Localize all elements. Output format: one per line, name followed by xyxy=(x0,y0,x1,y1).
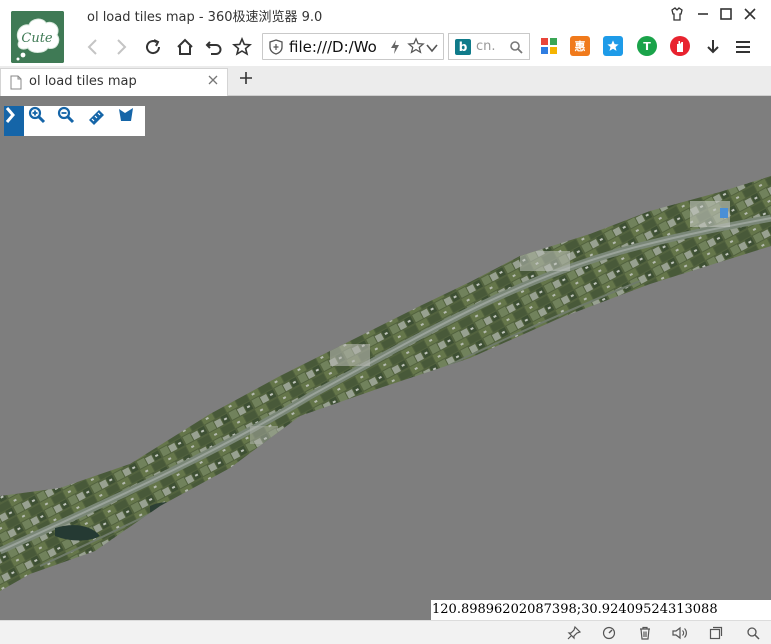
area-button[interactable] xyxy=(117,106,143,136)
status-bar xyxy=(0,620,771,644)
undo-close-icon[interactable] xyxy=(203,36,225,58)
bing-icon[interactable]: b xyxy=(455,39,471,55)
new-tab-button[interactable] xyxy=(236,70,256,90)
pin-icon[interactable] xyxy=(565,624,583,642)
zoom-in-button[interactable] xyxy=(28,106,54,136)
security-shield-icon[interactable] xyxy=(269,39,283,59)
sound-icon[interactable] xyxy=(671,624,689,642)
navigation-bar: file:///D:/Wo b cn. 惠 T xyxy=(0,28,771,66)
close-window-icon[interactable] xyxy=(741,5,759,23)
skin-icon[interactable] xyxy=(668,5,686,23)
map-viewport[interactable]: 120.89896202087398;30.92409524313088 xyxy=(0,96,771,620)
star-favorite-icon[interactable] xyxy=(603,36,623,56)
minimize-icon[interactable] xyxy=(694,5,712,23)
address-dropdown-icon[interactable] xyxy=(425,40,439,59)
measure-button[interactable] xyxy=(87,106,113,136)
address-bar[interactable]: file:///D:/Wo xyxy=(262,33,444,60)
tab-label: ol load tiles map xyxy=(29,74,137,89)
shopping-icon[interactable]: 惠 xyxy=(570,36,590,56)
browser-logo[interactable]: Cute xyxy=(11,11,64,63)
download-icon[interactable] xyxy=(702,36,724,58)
map-toolbar xyxy=(4,106,145,136)
close-tab-icon[interactable] xyxy=(208,74,218,89)
zoom-search-icon[interactable] xyxy=(744,624,762,642)
window-restore-icon[interactable] xyxy=(707,624,725,642)
zoom-out-icon xyxy=(57,106,75,124)
title-bar: Cute ol load tiles map - 360极速浏览器 9.0 xyxy=(0,0,771,63)
page-icon xyxy=(10,75,22,94)
apps-grid-icon[interactable] xyxy=(539,36,559,56)
search-box[interactable]: b cn. xyxy=(448,33,530,60)
refresh-icon[interactable] xyxy=(142,36,164,58)
speed-mode-icon[interactable] xyxy=(389,39,401,59)
toggle-panel-button[interactable] xyxy=(4,106,24,136)
ruler-icon xyxy=(89,110,104,125)
aerial-tile-layer[interactable] xyxy=(0,96,771,620)
menu-icon[interactable] xyxy=(732,36,754,58)
back-icon[interactable] xyxy=(82,36,104,58)
forward-icon[interactable] xyxy=(110,36,132,58)
bookmark-page-icon[interactable] xyxy=(407,37,425,59)
window-title: ol load tiles map - 360极速浏览器 9.0 xyxy=(87,10,323,25)
zoom-in-icon xyxy=(28,106,46,124)
tab-bar: ol load tiles map xyxy=(0,66,771,96)
logo-text: Cute xyxy=(21,31,53,46)
favorite-star-icon[interactable] xyxy=(231,36,253,58)
tab-ol-load-tiles-map[interactable]: ol load tiles map xyxy=(0,68,228,96)
shield-t-icon[interactable]: T xyxy=(637,36,657,56)
home-icon[interactable] xyxy=(174,36,196,58)
adblock-icon[interactable] xyxy=(670,36,690,56)
speed-dial-icon[interactable] xyxy=(600,624,618,642)
zoom-out-button[interactable] xyxy=(57,106,83,136)
chevron-right-icon xyxy=(5,107,15,123)
trash-icon[interactable] xyxy=(636,624,654,642)
area-icon xyxy=(119,108,133,121)
search-icon[interactable] xyxy=(509,39,523,58)
search-placeholder: cn. xyxy=(476,39,496,54)
url-text: file:///D:/Wo xyxy=(289,38,377,56)
maximize-icon[interactable] xyxy=(717,5,735,23)
mouse-coordinates: 120.89896202087398;30.92409524313088 xyxy=(431,600,771,620)
